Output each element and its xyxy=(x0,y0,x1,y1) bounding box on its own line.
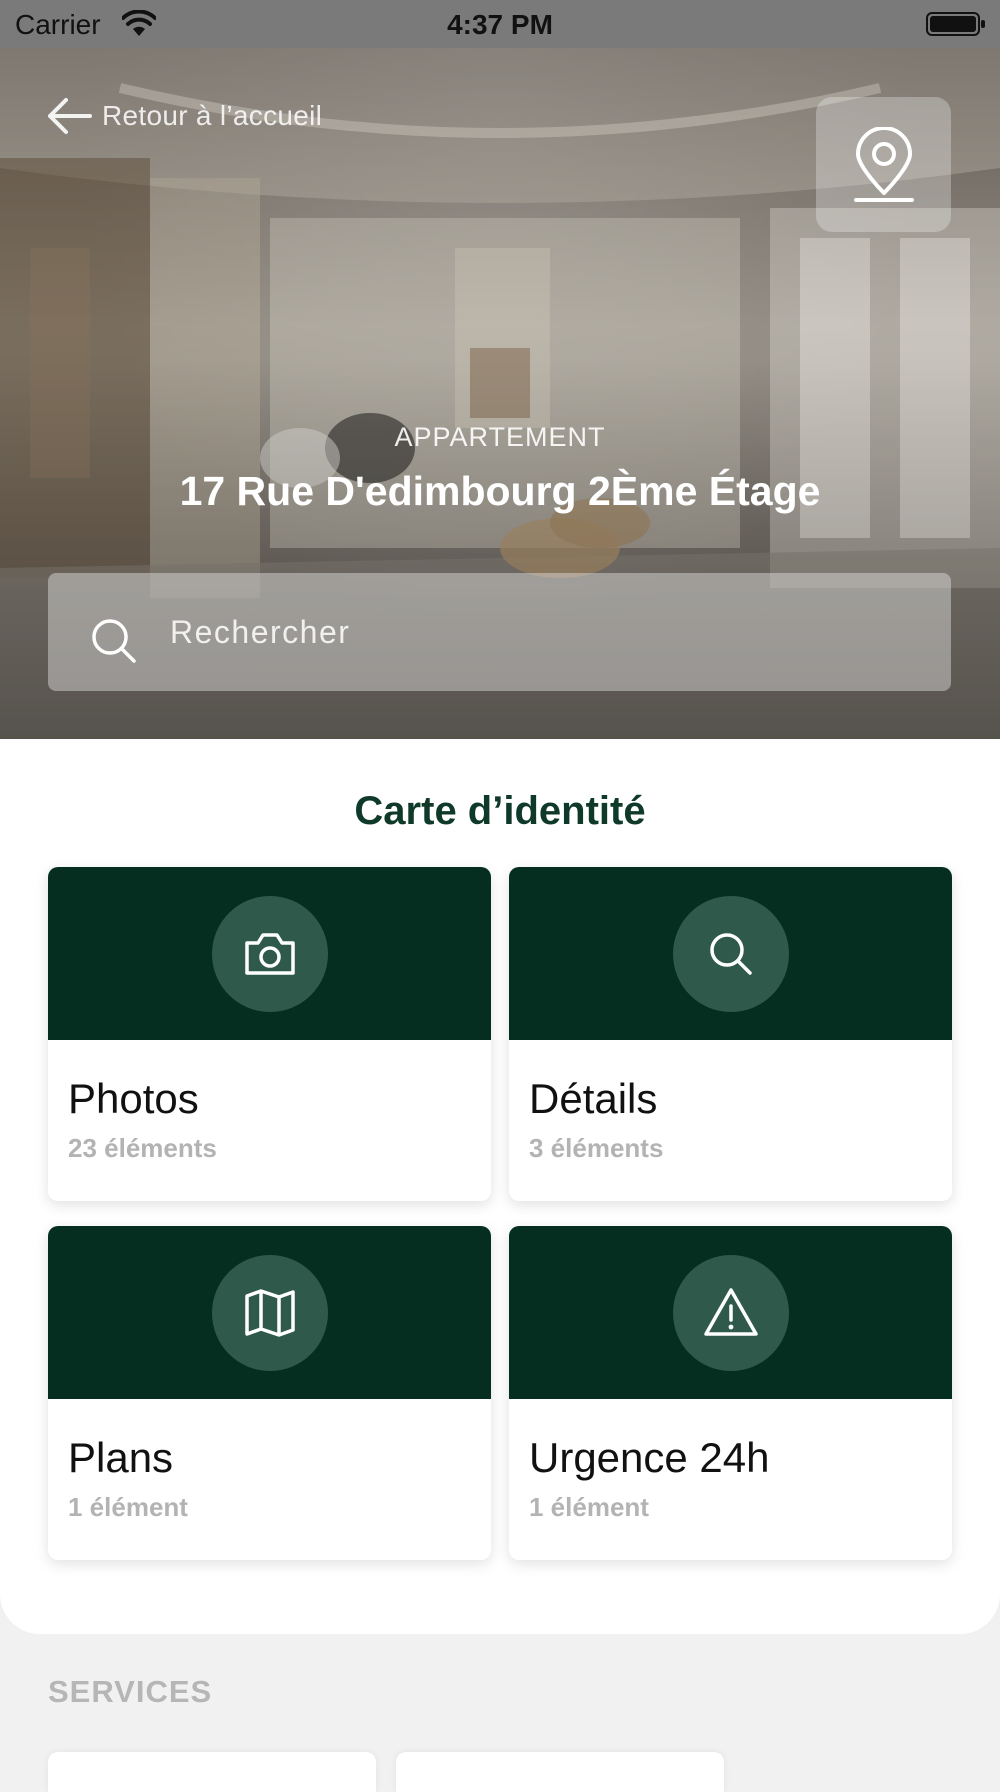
tile-header xyxy=(509,1226,952,1399)
camera-icon xyxy=(245,933,295,975)
tile-title: Plans xyxy=(68,1434,174,1481)
tile-count: 23 éléments xyxy=(68,1133,217,1163)
search-box[interactable] xyxy=(48,573,951,691)
identity-card-section: Carte d’identité Photos 23 éléments Déta… xyxy=(0,739,1000,1634)
map-pin-icon xyxy=(853,126,914,202)
tile-header xyxy=(48,867,491,1040)
tile-title: Détails xyxy=(529,1075,658,1122)
section-title: Carte d’identité xyxy=(354,789,646,833)
service-card[interactable] xyxy=(48,1752,376,1792)
status-bar: Carrier 4:37 PM xyxy=(0,0,1000,48)
tile-icon-circle xyxy=(212,896,328,1012)
status-time: 4:37 PM xyxy=(447,9,553,40)
map-icon xyxy=(245,1289,295,1337)
tile-emergency[interactable]: Urgence 24h 1 élément xyxy=(509,1226,952,1560)
arrow-left-icon xyxy=(48,98,92,134)
search-icon xyxy=(92,619,136,663)
property-type: APPARTEMENT xyxy=(394,422,606,452)
tile-plans[interactable]: Plans 1 élément xyxy=(48,1226,491,1560)
property-address: 17 Rue D'edimbourg 2Ème Étage xyxy=(179,468,821,514)
warning-icon xyxy=(704,1288,758,1336)
service-card[interactable] xyxy=(396,1752,724,1792)
tile-icon-circle xyxy=(673,1255,789,1371)
tile-title: Photos xyxy=(68,1075,199,1122)
services-heading: SERVICES xyxy=(48,1674,213,1709)
battery-icon xyxy=(926,12,985,36)
back-to-home-link[interactable]: Retour à l’accueil xyxy=(46,96,322,136)
search-icon xyxy=(710,933,752,975)
back-label: Retour à l’accueil xyxy=(102,100,323,131)
tile-count: 1 élément xyxy=(529,1492,649,1522)
tile-details[interactable]: Détails 3 éléments xyxy=(509,867,952,1201)
tile-count: 1 élément xyxy=(68,1492,188,1522)
tile-header xyxy=(509,867,952,1040)
tile-icon-circle xyxy=(212,1255,328,1371)
tile-title: Urgence 24h xyxy=(529,1434,770,1481)
tile-count: 3 éléments xyxy=(529,1133,664,1163)
location-button[interactable] xyxy=(816,97,951,232)
search-input[interactable] xyxy=(168,601,912,663)
tile-header xyxy=(48,1226,491,1399)
hero-header: Retour à l’accueil APPARTEMENT 17 Rue D'… xyxy=(0,48,1000,740)
tile-photos[interactable]: Photos 23 éléments xyxy=(48,867,491,1201)
tile-icon-circle xyxy=(673,896,789,1012)
